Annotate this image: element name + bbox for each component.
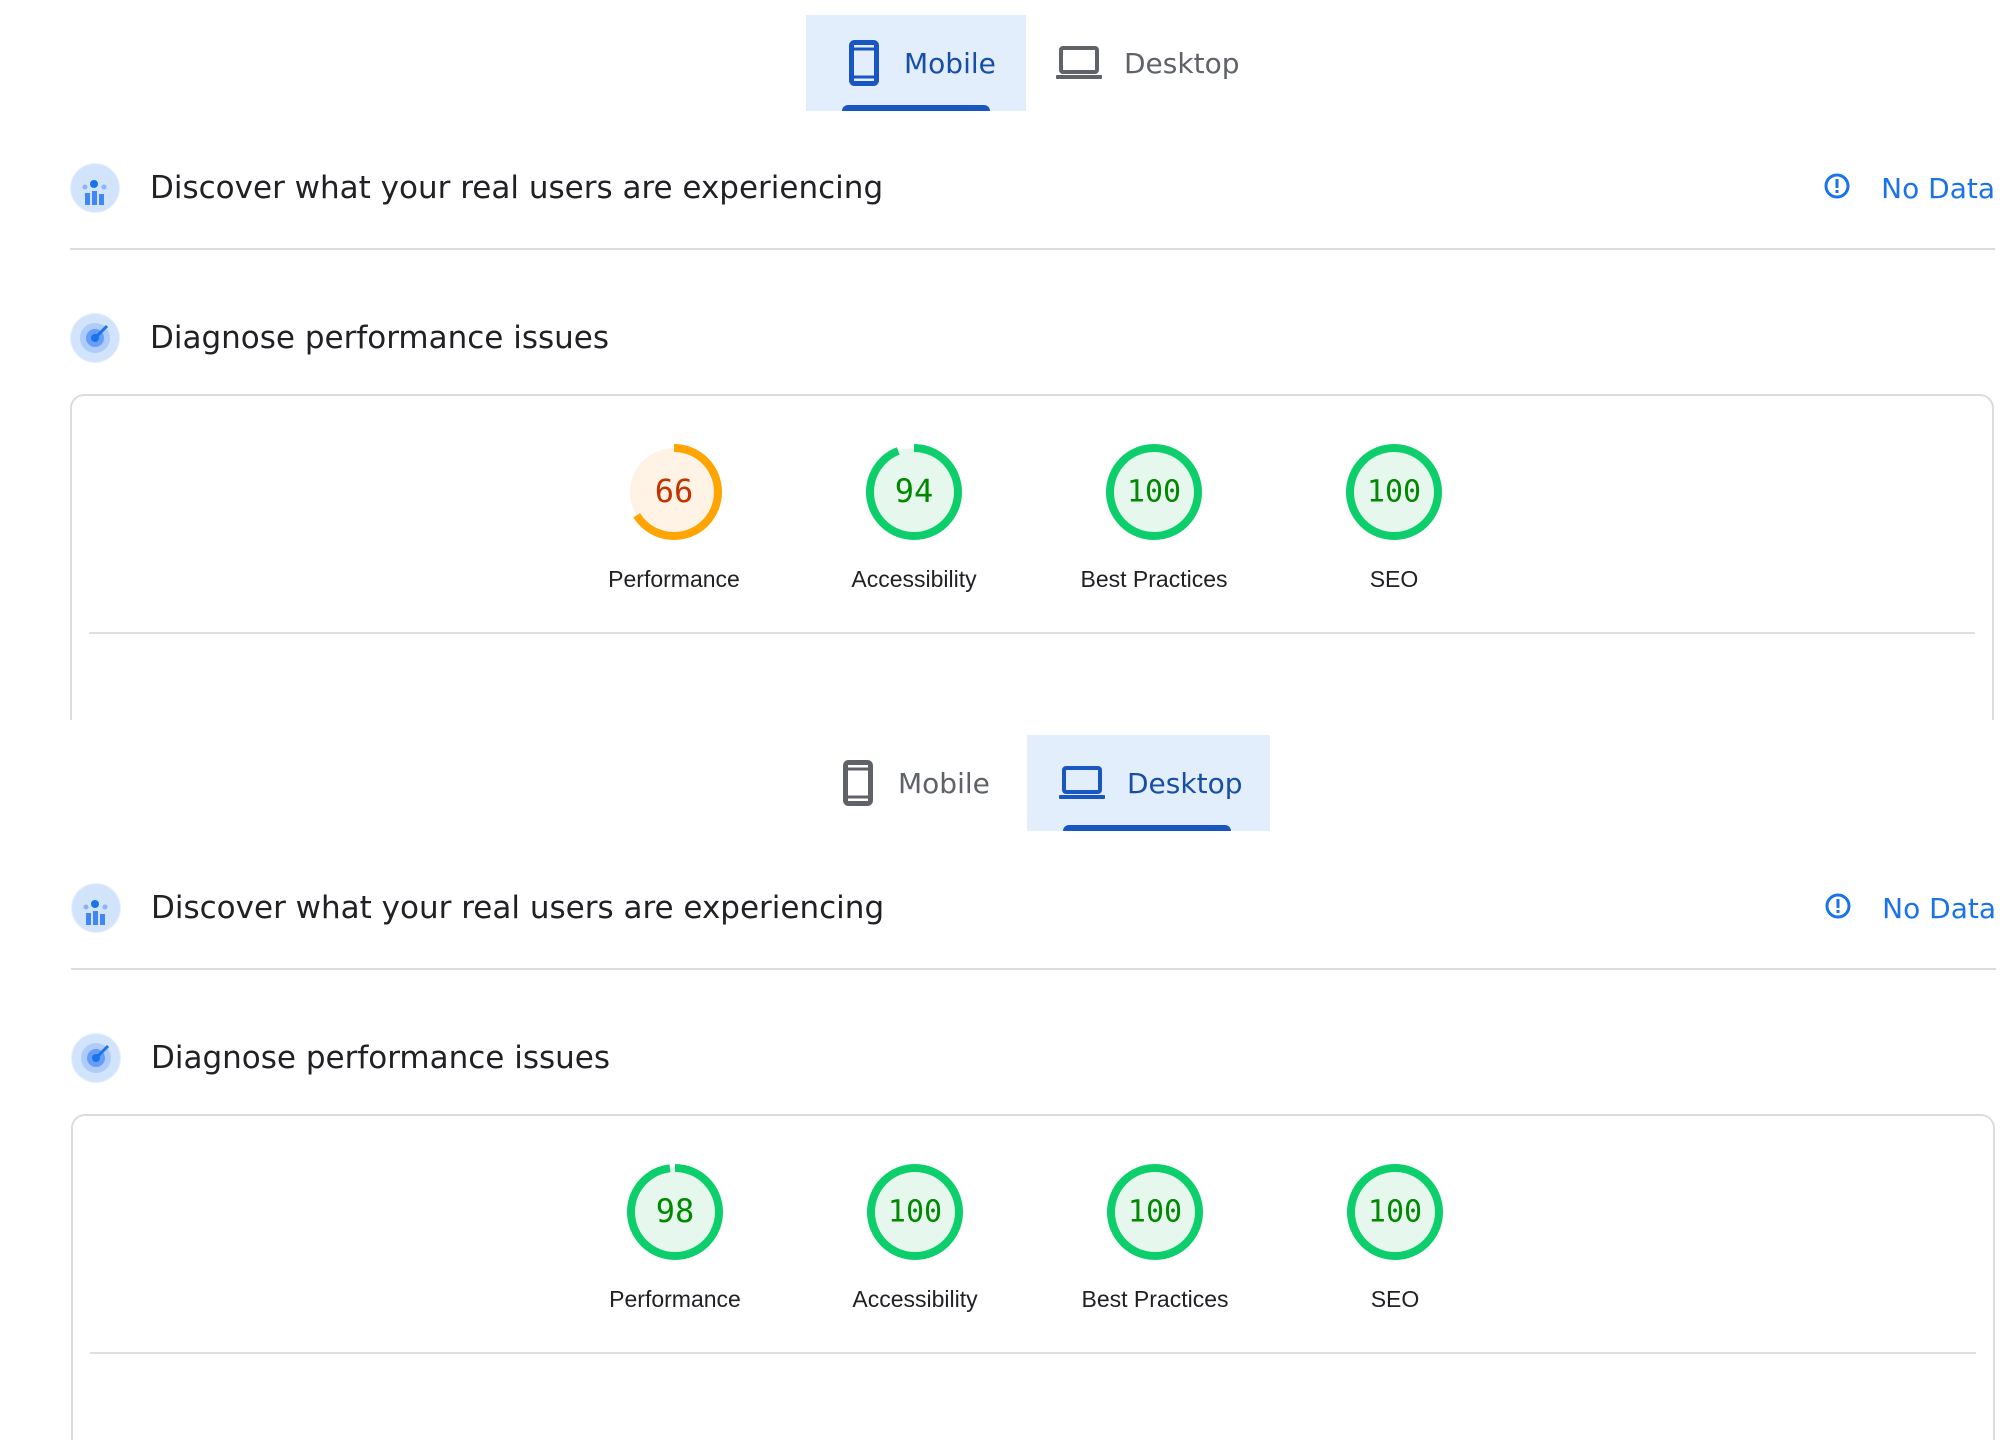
gauge-best-practices[interactable]: 100 Best Practices: [1064, 442, 1244, 593]
section-title: Diagnose performance issues: [150, 320, 610, 356]
gauge-label: SEO: [1370, 1286, 1420, 1312]
score-gauge-ring: 100: [867, 1164, 963, 1260]
gauge-best-practices[interactable]: 100 Best Practices: [1065, 1162, 1245, 1313]
no-data-link[interactable]: No Data: [1881, 172, 1995, 205]
score-gauge-ring: 94: [866, 444, 962, 540]
smartphone-icon: [846, 40, 882, 86]
no-data-link[interactable]: No Data: [1882, 892, 1996, 925]
score-gauges: 66 Performance 94 Accessibility 100 Best…: [72, 396, 1992, 596]
laptop-icon: [1056, 41, 1102, 85]
report-panel-desktop: Mobile Desktop Discover what your real u…: [0, 720, 2010, 1440]
gauge-label: Performance: [608, 566, 740, 592]
tab-label: Desktop: [1124, 46, 1240, 80]
section-title: Discover what your real users are experi…: [151, 890, 885, 926]
gauge-score-value: 100: [888, 1195, 942, 1230]
users-chart-icon: [70, 163, 120, 213]
info-icon: [1823, 172, 1851, 205]
gauge-label: Best Practices: [1080, 566, 1228, 592]
card-divider: [89, 632, 1975, 634]
gauge-score-value: 94: [895, 472, 934, 510]
gauge-score-value: 100: [1128, 1195, 1182, 1230]
device-tabs: Mobile Desktop: [0, 15, 2010, 111]
field-data-status[interactable]: No Data: [1824, 892, 1996, 925]
laptop-icon: [1059, 761, 1105, 805]
field-data-section: Discover what your real users are experi…: [71, 870, 1996, 946]
lab-data-section: Diagnose performance issues: [71, 1020, 1996, 1096]
score-gauge-ring: 98: [627, 1164, 723, 1260]
gauge-seo[interactable]: 100 SEO: [1304, 442, 1484, 593]
gauge-score-value: 100: [1367, 475, 1421, 510]
smartphone-icon: [840, 760, 876, 806]
info-icon: [1824, 892, 1852, 925]
section-divider: [71, 968, 1996, 970]
tab-label: Mobile: [904, 46, 996, 80]
report-panel-mobile: Mobile Desktop Discover what your real u…: [0, 0, 2010, 720]
tab-label: Mobile: [898, 766, 990, 800]
tab-mobile[interactable]: Mobile: [806, 15, 1026, 111]
active-tab-indicator: [1063, 825, 1231, 831]
gauge-label: Accessibility: [852, 1286, 978, 1312]
section-title: Diagnose performance issues: [151, 1040, 611, 1076]
tab-mobile[interactable]: Mobile: [840, 735, 1020, 831]
field-data-status[interactable]: No Data: [1823, 172, 1995, 205]
gauge-performance[interactable]: 98 Performance: [585, 1162, 765, 1313]
score-gauge-ring: 100: [1346, 444, 1442, 540]
gauge-label: Accessibility: [851, 566, 977, 592]
scores-card: 66 Performance 94 Accessibility 100 Best…: [70, 394, 1994, 720]
device-tabs: Mobile Desktop: [0, 735, 2010, 831]
lab-data-section: Diagnose performance issues: [70, 300, 1995, 376]
field-data-section: Discover what your real users are experi…: [70, 150, 1995, 226]
gauge-seo[interactable]: 100 SEO: [1305, 1162, 1485, 1313]
active-tab-indicator: [842, 105, 990, 111]
scores-card: 98 Performance 100 Accessibility 100 Bes…: [71, 1114, 1995, 1440]
score-gauge-ring: 100: [1106, 444, 1202, 540]
gauge-score-value: 100: [1368, 1195, 1422, 1230]
tab-desktop[interactable]: Desktop: [1027, 735, 1270, 831]
radar-icon: [70, 313, 120, 363]
gauge-performance[interactable]: 66 Performance: [584, 442, 764, 593]
radar-icon: [71, 1033, 121, 1083]
score-gauge-ring: 100: [1347, 1164, 1443, 1260]
users-chart-icon: [71, 883, 121, 933]
gauge-label: Performance: [609, 1286, 741, 1312]
gauge-accessibility[interactable]: 100 Accessibility: [825, 1162, 1005, 1313]
card-divider: [90, 1352, 1976, 1354]
tab-label: Desktop: [1127, 766, 1243, 800]
score-gauges: 98 Performance 100 Accessibility 100 Bes…: [73, 1116, 1993, 1316]
gauge-score-value: 98: [656, 1192, 695, 1230]
score-gauge-ring: 100: [1107, 1164, 1203, 1260]
score-gauge-ring: 66: [626, 444, 722, 540]
section-title: Discover what your real users are experi…: [150, 170, 884, 206]
gauge-label: SEO: [1369, 566, 1419, 592]
gauge-score-value: 100: [1127, 475, 1181, 510]
gauge-accessibility[interactable]: 94 Accessibility: [824, 442, 1004, 593]
section-divider: [70, 248, 1995, 250]
tab-desktop[interactable]: Desktop: [1056, 15, 1256, 111]
gauge-label: Best Practices: [1081, 1286, 1229, 1312]
gauge-score-value: 66: [655, 472, 694, 510]
